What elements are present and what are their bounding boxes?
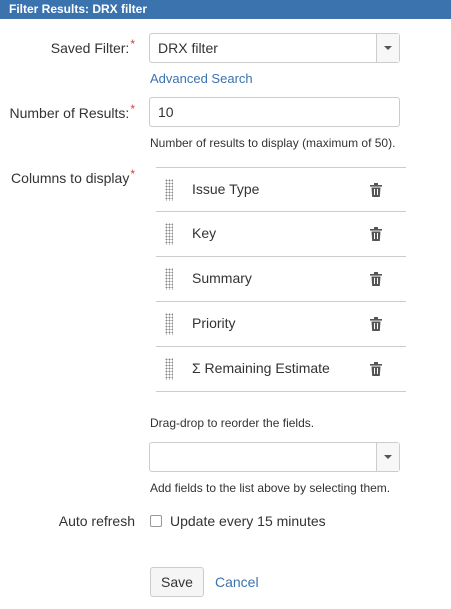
auto-refresh-option-label[interactable]: Update every 15 minutes [170,513,326,529]
drag-handle-icon[interactable] [165,223,173,245]
columns-label: Columns to display* [11,167,135,186]
reorder-help: Drag-drop to reorder the fields. [150,416,315,430]
saved-filter-value: DRX filter [158,40,218,56]
trash-icon[interactable] [370,317,382,331]
column-item-issue-type[interactable]: Issue Type [156,167,406,212]
trash-icon[interactable] [370,227,382,241]
column-label: Σ Remaining Estimate [192,360,330,376]
column-label: Summary [192,270,252,286]
saved-filter-label: Saved Filter:* [50,37,135,56]
add-field-dropdown-button[interactable] [376,443,399,471]
num-results-label-text: Number of Results: [9,105,130,121]
saved-filter-select[interactable]: DRX filter [149,33,400,63]
column-label: Issue Type [192,181,260,197]
num-results-label: Number of Results:* [9,102,136,121]
drag-handle-icon[interactable] [165,179,173,201]
num-results-help: Number of results to display (maximum of… [150,136,396,150]
trash-icon[interactable] [370,362,382,376]
auto-refresh-checkbox[interactable] [150,515,162,527]
column-label: Key [192,225,217,241]
required-marker: * [130,167,135,181]
drag-handle-icon[interactable] [165,268,173,290]
column-item-key[interactable]: Key [156,212,406,257]
saved-filter-label-text: Saved Filter: [50,40,130,56]
columns-label-text: Columns to display [11,170,130,186]
column-label: Priority [192,315,236,331]
chevron-down-icon [384,46,392,50]
add-fields-help: Add fields to the list above by selectin… [150,481,391,495]
required-marker: * [130,37,135,51]
column-item-priority[interactable]: Priority [156,302,406,347]
drag-handle-icon[interactable] [165,358,173,380]
advanced-search-link[interactable]: Advanced Search [150,71,253,86]
column-item-summary[interactable]: Summary [156,257,406,302]
trash-icon[interactable] [370,183,382,197]
auto-refresh-label: Auto refresh [58,513,135,529]
trash-icon[interactable] [370,272,382,286]
drag-handle-icon[interactable] [165,313,173,335]
save-button[interactable]: Save [150,567,204,597]
saved-filter-dropdown-button[interactable] [376,34,399,62]
dialog-title: Filter Results: DRX filter [0,0,451,19]
required-marker: * [130,102,135,116]
columns-list: Issue Type Key Summary Priority Σ Remain… [156,167,406,392]
column-item-remaining-estimate[interactable]: Σ Remaining Estimate [156,347,406,392]
num-results-input[interactable] [149,97,400,127]
chevron-down-icon [384,455,392,459]
add-field-select[interactable] [149,442,400,472]
cancel-link[interactable]: Cancel [215,574,259,590]
